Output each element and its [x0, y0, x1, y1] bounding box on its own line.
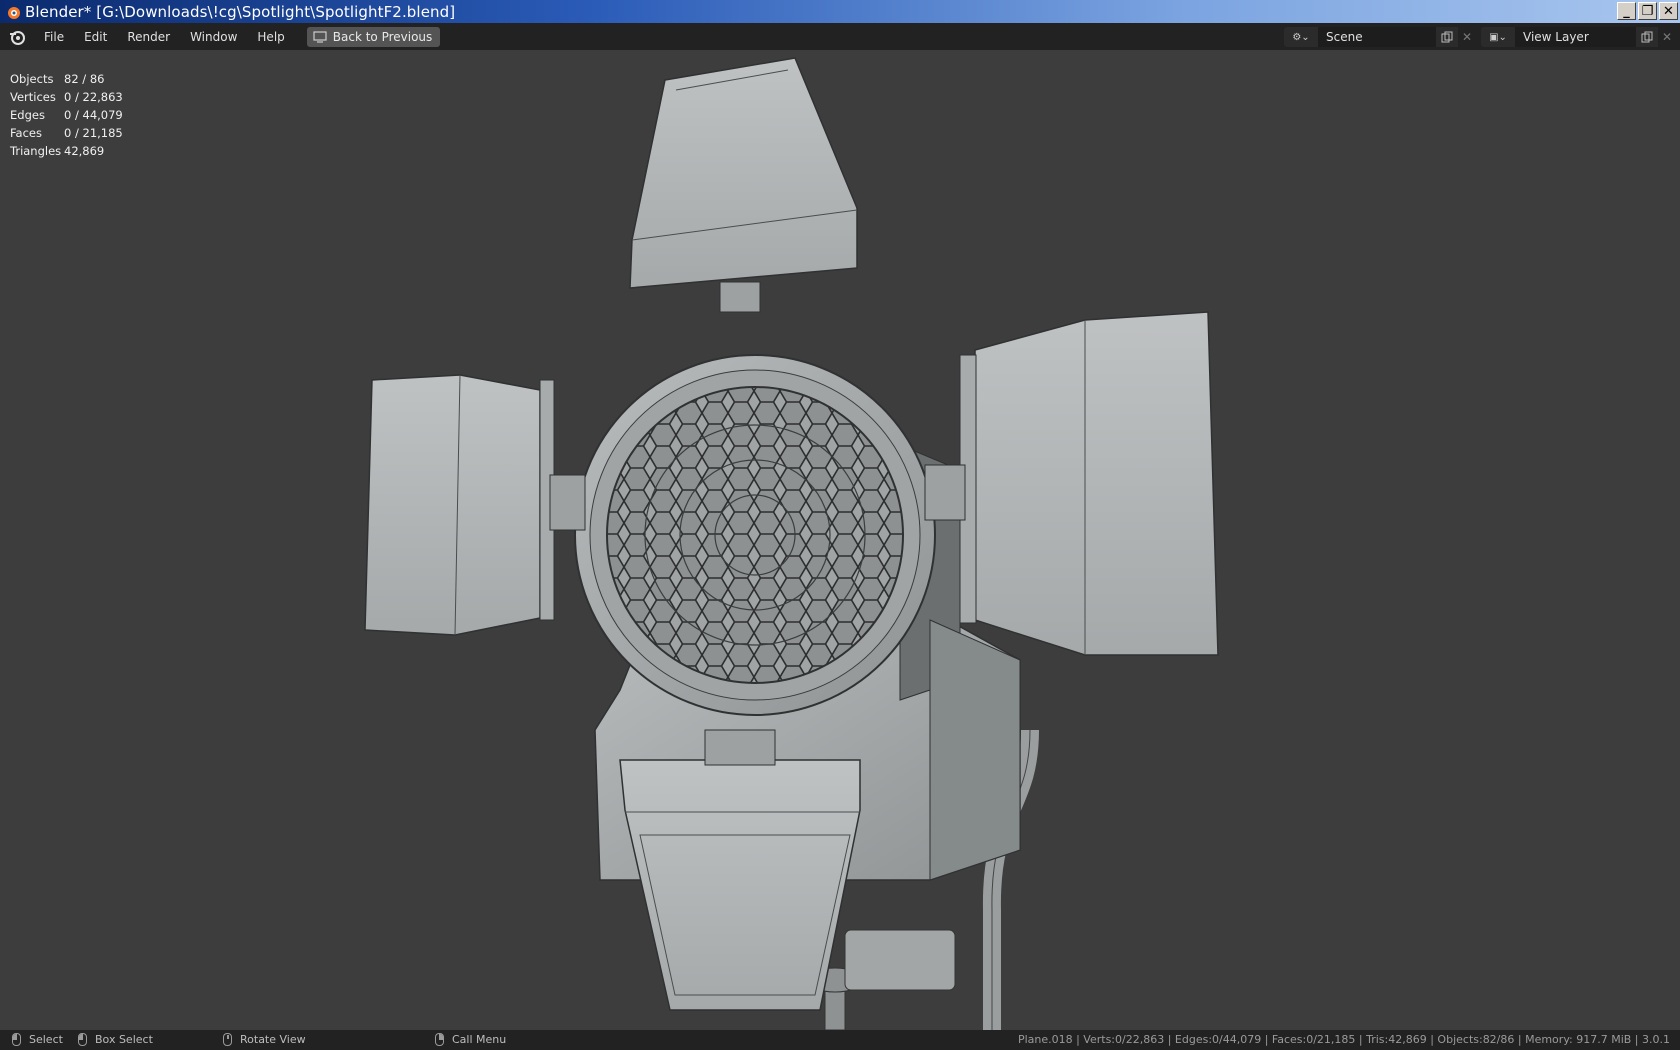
close-button[interactable]: ✕ — [1659, 2, 1678, 20]
chevron-down-icon: ⌄ — [1498, 31, 1507, 43]
screen-icon — [313, 30, 327, 43]
mouse-middle-icon — [223, 1033, 232, 1046]
back-to-previous-label: Back to Previous — [332, 29, 433, 44]
scene-name-field[interactable]: Scene — [1318, 27, 1436, 47]
close-icon: ✕ — [1461, 30, 1473, 44]
back-to-previous-button[interactable]: Back to Previous — [306, 26, 441, 47]
new-scene-button[interactable] — [1436, 27, 1458, 47]
spotlight-model — [364, 57, 1219, 1030]
menu-window[interactable]: Window — [180, 30, 247, 44]
3d-viewport[interactable]: Objects 82 / 86 Vertices 0 / 22,863 Edges 0… — [0, 50, 1680, 1030]
remove-scene-button[interactable]: ✕ — [1458, 27, 1476, 47]
status-rotate-view: Rotate View — [223, 1033, 306, 1046]
remove-view-layer-button[interactable]: ✕ — [1658, 27, 1676, 47]
blender-logo-icon — [8, 6, 20, 19]
minimize-button[interactable]: _ — [1617, 2, 1636, 20]
restore-button[interactable]: ❐ — [1638, 2, 1657, 20]
view-layer-browse-button[interactable]: ▣ ⌄ — [1481, 27, 1515, 47]
view-layer-selector: ▣ ⌄ View Layer ✕ — [1481, 27, 1676, 47]
menu-render[interactable]: Render — [117, 30, 180, 44]
view-layer-icon: ▣ — [1489, 31, 1499, 43]
status-bar: Select Box Select Rotate View Call Menu … — [0, 1030, 1680, 1050]
menu-help[interactable]: Help — [247, 30, 294, 44]
scene-statistics-text: Plane.018 | Verts:0/22,863 | Edges:0/44,… — [1017, 1033, 1670, 1046]
close-icon: ✕ — [1661, 30, 1673, 44]
window-title: Blender* [G:\Downloads\!cg\Spotlight\Spo… — [25, 2, 456, 21]
status-select: Select — [12, 1033, 63, 1046]
new-view-layer-button[interactable] — [1636, 27, 1658, 47]
mouse-right-icon — [435, 1033, 444, 1046]
status-call-menu: Call Menu — [435, 1033, 506, 1046]
menu-edit[interactable]: Edit — [74, 30, 117, 44]
mouse-left-icon — [12, 1033, 21, 1046]
copy-icon — [1641, 31, 1653, 43]
scene-selector: ⚙ ⌄ Scene ✕ — [1284, 27, 1476, 47]
status-box-select: Box Select — [78, 1033, 153, 1046]
chevron-down-icon: ⌄ — [1301, 31, 1310, 43]
scene-icon: ⚙ — [1292, 31, 1302, 43]
menu-file[interactable]: File — [34, 30, 74, 44]
blender-menu-icon[interactable] — [8, 28, 26, 46]
window-titlebar: Blender* [G:\Downloads\!cg\Spotlight\Spo… — [0, 0, 1680, 23]
mouse-left-drag-icon — [78, 1033, 87, 1046]
scene-browse-button[interactable]: ⚙ ⌄ — [1284, 27, 1318, 47]
copy-icon — [1441, 31, 1453, 43]
view-layer-name-field[interactable]: View Layer — [1515, 27, 1636, 47]
